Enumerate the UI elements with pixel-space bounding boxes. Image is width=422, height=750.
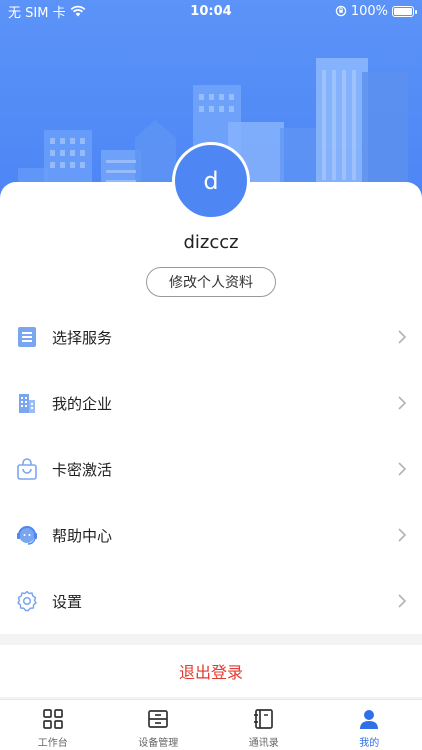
menu-item-label: 我的企业 <box>52 394 113 413</box>
tab-label: 工作台 <box>37 738 68 749</box>
tab-device-management[interactable]: 设备管理 <box>106 700 212 750</box>
menu-item-label: 帮助中心 <box>52 526 113 545</box>
tab-workbench[interactable]: 工作台 <box>0 700 106 750</box>
chevron-right-icon <box>398 330 407 344</box>
menu-item-help-center[interactable]: 帮助中心 <box>0 502 422 568</box>
screen: 无 SIM 卡 10:04 100% d dizccz 修改个人资料 选择服务 … <box>0 0 422 750</box>
edit-profile-button[interactable]: 修改个人资料 <box>146 267 276 297</box>
battery-icon <box>392 5 417 17</box>
avatar-letter: d <box>203 167 219 195</box>
tab-label: 设备管理 <box>138 738 179 749</box>
username: dizccz <box>183 232 239 253</box>
person-icon <box>360 710 379 729</box>
tab-contacts[interactable]: 通讯录 <box>211 700 317 750</box>
gear-icon <box>16 590 38 612</box>
tab-label: 通讯录 <box>248 738 279 749</box>
chevron-right-icon <box>398 528 407 542</box>
tab-label: 我的 <box>359 738 380 749</box>
status-bar: 无 SIM 卡 10:04 100% <box>0 0 422 22</box>
headset-icon <box>16 524 38 546</box>
contacts-book-icon <box>253 709 273 729</box>
status-time: 10:04 <box>190 3 232 19</box>
tab-mine[interactable]: 我的 <box>317 700 422 750</box>
chevron-right-icon <box>398 594 407 608</box>
bottom-tab-bar: 工作台 设备管理 通讯录 我的 <box>0 699 422 750</box>
menu-item-label: 选择服务 <box>52 328 113 347</box>
menu-item-label: 卡密激活 <box>52 460 113 479</box>
logout-button[interactable]: 退出登录 <box>0 645 422 697</box>
device-icon <box>148 710 169 728</box>
menu-item-settings[interactable]: 设置 <box>0 568 422 634</box>
menu-item-select-service[interactable]: 选择服务 <box>0 304 422 370</box>
menu-item-label: 设置 <box>52 592 83 611</box>
menu-item-my-company[interactable]: 我的企业 <box>0 370 422 436</box>
shopping-bag-icon <box>16 458 38 480</box>
grid-icon <box>42 709 63 729</box>
chevron-right-icon <box>398 396 407 410</box>
chevron-right-icon <box>398 462 407 476</box>
menu-item-card-activation[interactable]: 卡密激活 <box>0 436 422 502</box>
menu-list: 选择服务 我的企业 卡密激活 帮助中心 设置 <box>0 304 422 634</box>
avatar[interactable]: d <box>172 142 250 220</box>
building-icon <box>16 392 38 414</box>
service-list-icon <box>16 326 38 348</box>
